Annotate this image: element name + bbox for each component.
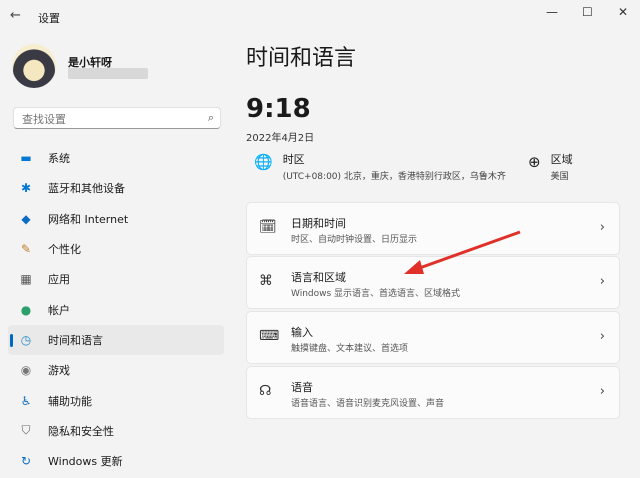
timezone-label: 时区 bbox=[282, 153, 305, 166]
sidebar-item-label: 个性化 bbox=[48, 243, 81, 257]
card-icon: ⌘ bbox=[259, 273, 273, 289]
sidebar-item-7[interactable]: ◉ 游戏 bbox=[8, 355, 224, 385]
sidebar-item-label: 系统 bbox=[48, 152, 70, 166]
chevron-right-icon: › bbox=[599, 384, 605, 399]
timezone-info: 🌐 时区 (UTC+08:00) 北京，重庆，香港特别行政区，乌鲁木齐 bbox=[254, 151, 506, 182]
nav-icon: ⛉ bbox=[21, 423, 31, 438]
settings-card-3[interactable]: ☊ 语音语音语言、语音识别麦克风设置、声音 › bbox=[246, 366, 620, 419]
card-subtitle: 语音语言、语音识别麦克风设置、声音 bbox=[291, 399, 445, 409]
sidebar-item-label: Windows 更新 bbox=[48, 455, 123, 469]
sidebar-item-label: 时间和语言 bbox=[48, 333, 103, 347]
timezone-globe-clock-icon: 🌐 bbox=[254, 153, 273, 171]
sidebar-item-5[interactable]: ● 帐户 bbox=[8, 294, 224, 324]
chevron-right-icon: › bbox=[599, 274, 605, 289]
title-bar: ← 设置 — ☐ ✕ bbox=[0, 0, 640, 34]
sidebar-item-4[interactable]: ▦ 应用 bbox=[8, 264, 224, 294]
nav-icon: ◆ bbox=[21, 211, 31, 226]
card-subtitle: 时区、自动时钟设置、日历显示 bbox=[291, 235, 418, 245]
card-title: 日期和时间 bbox=[291, 217, 346, 230]
card-title: 语音 bbox=[291, 381, 313, 394]
search-icon[interactable]: ⌕ bbox=[208, 111, 214, 125]
card-icon: ⌨ bbox=[259, 328, 280, 344]
close-button[interactable]: ✕ bbox=[618, 5, 628, 19]
user-email-blurred bbox=[68, 68, 148, 79]
nav-icon: ↻ bbox=[20, 454, 32, 469]
sidebar-item-label: 隐私和安全性 bbox=[48, 424, 114, 438]
card-subtitle: 触摸键盘、文本建议、首选项 bbox=[291, 344, 409, 354]
back-arrow-icon[interactable]: ← bbox=[10, 8, 21, 23]
card-title: 语言和区域 bbox=[291, 271, 346, 284]
sidebar-item-10[interactable]: ↻ Windows 更新 bbox=[8, 446, 224, 476]
sidebar-item-1[interactable]: ✱ 蓝牙和其他设备 bbox=[8, 173, 224, 203]
search-box[interactable]: ⌕ bbox=[13, 107, 221, 129]
sidebar-item-8[interactable]: ♿ 辅助功能 bbox=[8, 385, 224, 415]
page-title: 时间和语言 bbox=[246, 46, 357, 71]
sidebar-item-9[interactable]: ⛉ 隐私和安全性 bbox=[8, 416, 224, 446]
region-info: ⊕ 区域 美国 bbox=[528, 151, 573, 182]
chevron-right-icon: › bbox=[599, 329, 605, 344]
sidebar-nav: ▬ 系统 ✱ 蓝牙和其他设备 ◆ 网络和 Internet ✎ 个性化 ▦ 应用 ● 帐户 ◷ 时间和语言… bbox=[8, 143, 224, 476]
nav-icon: ◷ bbox=[20, 332, 32, 347]
search-input[interactable] bbox=[20, 112, 194, 127]
annotation-arrow bbox=[404, 230, 521, 274]
sidebar-item-label: 应用 bbox=[48, 273, 70, 287]
nav-icon: ♿ bbox=[20, 393, 32, 408]
card-icon: ☊ bbox=[259, 383, 272, 399]
app-title: 设置 bbox=[38, 12, 60, 25]
current-date: 2022年4月2日 bbox=[246, 133, 315, 144]
nav-icon: ● bbox=[20, 302, 32, 317]
avatar[interactable] bbox=[12, 44, 56, 88]
sidebar-item-label: 游戏 bbox=[48, 364, 70, 378]
sidebar-item-3[interactable]: ✎ 个性化 bbox=[8, 234, 224, 264]
settings-card-2[interactable]: ⌨ 输入触摸键盘、文本建议、首选项 › bbox=[246, 311, 620, 364]
timezone-value: (UTC+08:00) 北京，重庆，香港特别行政区，乌鲁木齐 bbox=[282, 172, 506, 182]
nav-icon: ▦ bbox=[20, 272, 32, 287]
nav-icon: ◉ bbox=[20, 363, 32, 378]
nav-icon: ✱ bbox=[20, 181, 32, 196]
region-value: 美国 bbox=[550, 172, 569, 182]
maximize-button[interactable]: ☐ bbox=[582, 5, 593, 19]
sidebar-item-0[interactable]: ▬ 系统 bbox=[8, 143, 224, 173]
sidebar-item-6[interactable]: ◷ 时间和语言 bbox=[8, 324, 224, 356]
sidebar-item-label: 帐户 bbox=[48, 303, 70, 317]
globe-icon: ⊕ bbox=[528, 153, 541, 171]
sidebar-item-label: 辅助功能 bbox=[48, 394, 92, 408]
card-subtitle: Windows 显示语言、首选语言、区域格式 bbox=[291, 289, 461, 299]
minimize-button[interactable]: — bbox=[546, 5, 558, 19]
nav-icon: ✎ bbox=[20, 242, 32, 257]
chevron-right-icon: › bbox=[599, 220, 605, 235]
sidebar-item-label: 网络和 Internet bbox=[48, 212, 129, 226]
sidebar-item-label: 蓝牙和其他设备 bbox=[48, 182, 125, 196]
region-label: 区域 bbox=[550, 153, 573, 166]
sidebar-item-2[interactable]: ◆ 网络和 Internet bbox=[8, 204, 224, 234]
nav-icon: ▬ bbox=[20, 151, 32, 166]
card-icon: 🗓 bbox=[259, 219, 277, 235]
card-title: 输入 bbox=[291, 326, 313, 339]
current-time: 9:18 bbox=[246, 94, 311, 124]
